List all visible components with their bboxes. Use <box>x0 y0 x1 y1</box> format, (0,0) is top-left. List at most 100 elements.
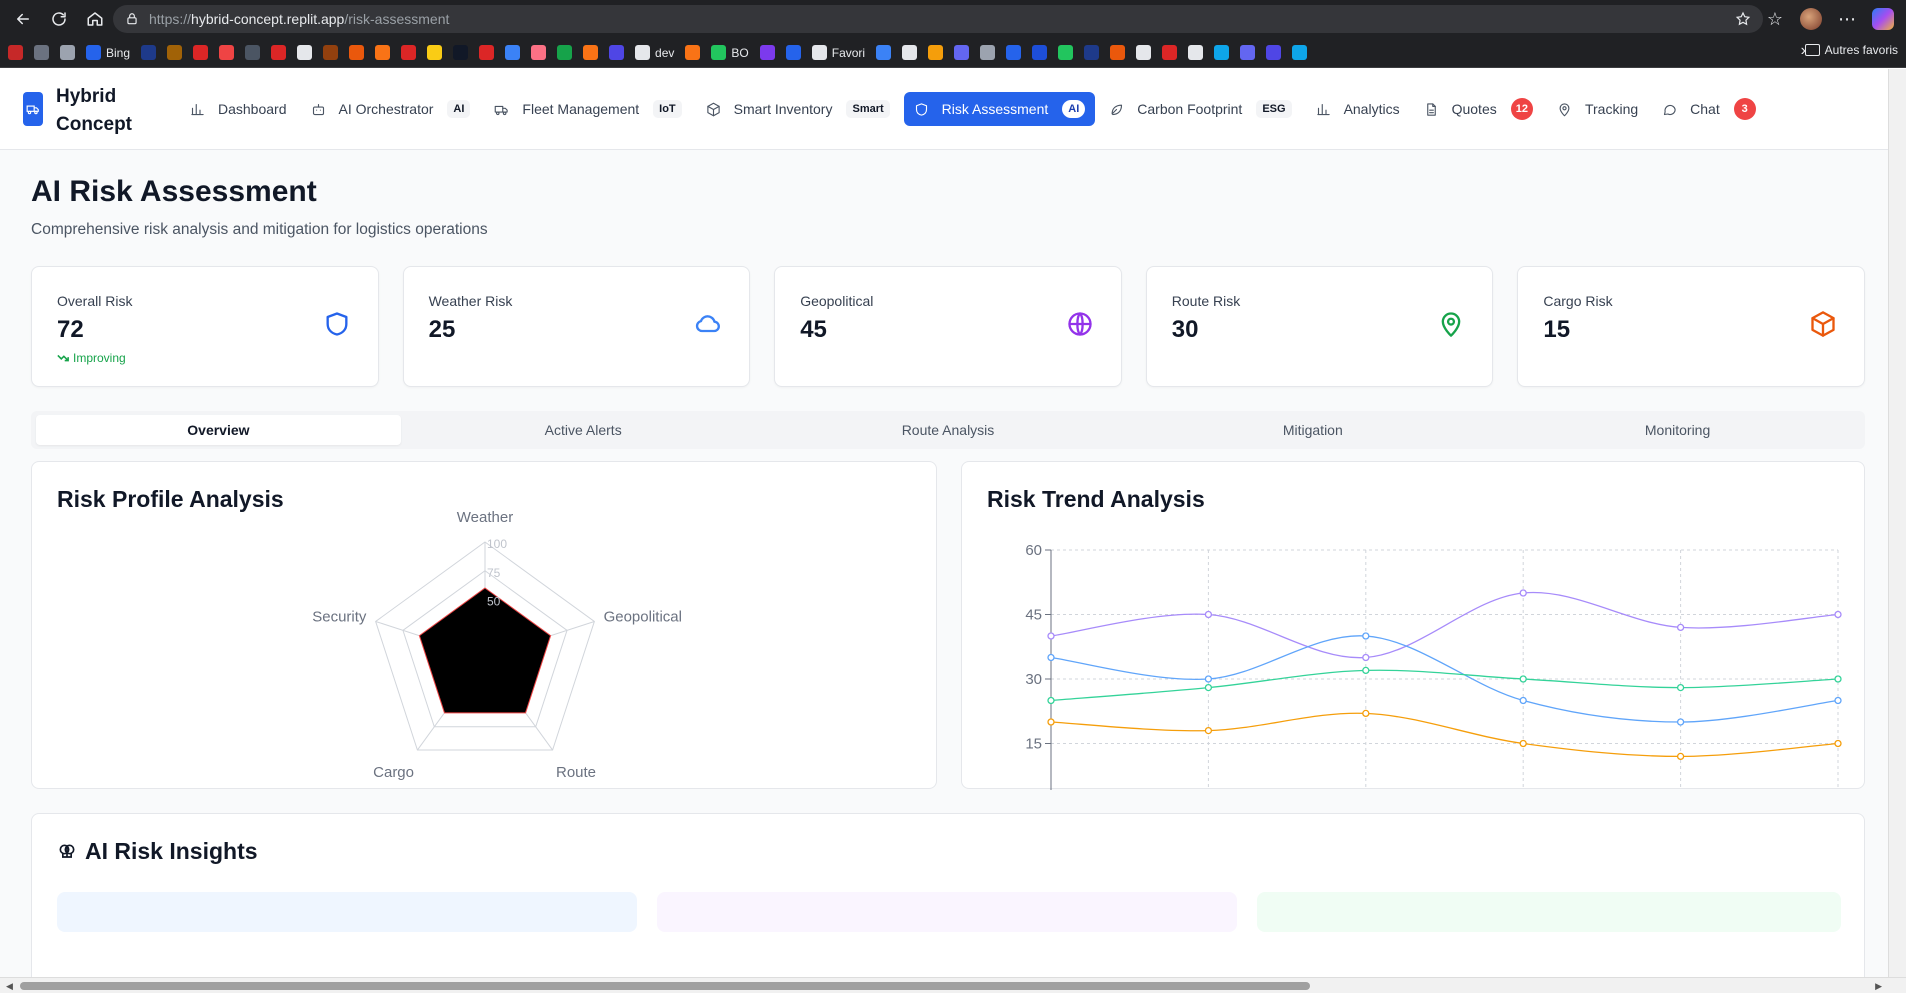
bookmark-item[interactable] <box>60 42 75 64</box>
ai-insights-panel: AI Risk Insights <box>31 813 1865 977</box>
logo-icon[interactable] <box>23 92 43 126</box>
bookmark-item[interactable] <box>375 42 391 64</box>
series-point <box>1519 696 1527 705</box>
bookmark-item[interactable] <box>1084 42 1100 64</box>
bookmark-item[interactable] <box>531 42 547 64</box>
page-title: AI Risk Assessment <box>31 175 317 208</box>
bookmark-item[interactable] <box>479 42 495 64</box>
bookmark-item[interactable]: Bing <box>86 42 130 64</box>
bookmark-item[interactable] <box>8 42 23 64</box>
bookmark-item[interactable] <box>1214 42 1230 64</box>
bookmark-item[interactable] <box>685 42 701 64</box>
bookmark-favicon-icon <box>1266 45 1282 60</box>
nav-item-fleet-management[interactable]: Fleet Management IoT <box>484 92 691 126</box>
copilot-icon[interactable] <box>1872 8 1894 30</box>
bookmark-favicon-icon <box>635 45 651 60</box>
bookmark-label: Bing <box>106 45 131 60</box>
y-tick-label: 15 <box>1025 736 1042 753</box>
bookmark-item[interactable] <box>928 42 944 64</box>
nav-item-smart-inventory[interactable]: Smart Inventory Smart <box>696 92 900 126</box>
tab-route-analysis[interactable]: Route Analysis <box>766 415 1131 445</box>
horizontal-scrollbar[interactable]: ◀ ▶ <box>0 977 1906 993</box>
bookmark-item[interactable] <box>453 42 469 64</box>
bookmark-item[interactable] <box>1136 42 1152 64</box>
bookmark-item[interactable]: dev <box>635 42 674 64</box>
risk-card-label: Geopolitical <box>800 293 874 309</box>
bookmark-item[interactable] <box>245 42 261 64</box>
bookmark-item[interactable] <box>297 42 313 64</box>
bookmark-item[interactable] <box>1292 42 1308 64</box>
radar-series-area <box>418 587 552 714</box>
bookmark-item[interactable]: Favori <box>811 42 865 64</box>
scroll-thumb[interactable] <box>20 982 1310 990</box>
bookmark-item[interactable] <box>1240 42 1256 64</box>
more-menu-icon[interactable]: ⋯ <box>1836 8 1858 30</box>
scroll-right-icon[interactable]: ▶ <box>1875 981 1882 992</box>
bookmark-item[interactable] <box>1266 42 1282 64</box>
bookmark-favicon-icon <box>34 45 49 60</box>
tab-mitigation[interactable]: Mitigation <box>1130 415 1495 445</box>
series-point <box>1676 718 1685 726</box>
favorites-icon[interactable]: ☆ <box>1764 8 1786 30</box>
bookmark-item[interactable] <box>219 42 235 64</box>
site-info-icon[interactable] <box>125 12 139 26</box>
nav-item-dashboard[interactable]: Dashboard <box>180 92 297 126</box>
vertical-scrollbar[interactable] <box>1888 69 1906 977</box>
bookmark-item[interactable] <box>980 42 996 64</box>
reload-icon[interactable] <box>46 6 72 32</box>
bookmark-item[interactable] <box>583 42 599 64</box>
bookmark-item[interactable] <box>1058 42 1074 64</box>
bookmark-item[interactable] <box>902 42 918 64</box>
scroll-left-icon[interactable]: ◀ <box>6 981 13 992</box>
bookmark-item[interactable] <box>427 42 443 64</box>
bookmark-item[interactable] <box>323 42 339 64</box>
bookmark-item[interactable] <box>271 42 287 64</box>
bookmark-item[interactable] <box>1006 42 1022 64</box>
nav-item-tracking[interactable]: Tracking <box>1547 92 1648 126</box>
bookmark-item[interactable] <box>557 42 573 64</box>
insights-title: AI Risk Insights <box>57 838 258 865</box>
nav-label: Analytics <box>1343 101 1400 117</box>
profile-avatar[interactable] <box>1800 8 1822 30</box>
bookmark-item[interactable] <box>1110 42 1126 64</box>
brand-name[interactable]: Hybrid Concept <box>56 83 146 139</box>
bookmark-item[interactable] <box>785 42 801 64</box>
bookmark-folder-other[interactable]: Autres favoris <box>1804 43 1898 57</box>
bookmark-item[interactable] <box>167 42 183 64</box>
url-text[interactable]: https://hybrid-concept.replit.app/risk-a… <box>149 11 449 27</box>
nav-item-ai-orchestrator[interactable]: AI Orchestrator AI <box>301 92 481 126</box>
bookmark-favicon-icon <box>1214 45 1230 60</box>
bookmark-favicon-icon <box>759 45 775 60</box>
bookmark-favicon-icon <box>141 45 157 60</box>
bookmark-star-icon[interactable] <box>1735 11 1751 27</box>
bookmark-item[interactable] <box>34 42 49 64</box>
bookmark-favicon-icon <box>86 45 101 60</box>
bookmark-item[interactable] <box>349 42 365 64</box>
bookmark-item[interactable]: BO <box>711 42 749 64</box>
bookmark-favicon-icon <box>1188 45 1204 60</box>
tab-overview[interactable]: Overview <box>36 415 401 445</box>
bookmark-item[interactable] <box>1188 42 1204 64</box>
bookmark-item[interactable] <box>141 42 157 64</box>
series-point <box>1834 739 1842 748</box>
bookmark-item[interactable] <box>401 42 417 64</box>
back-icon[interactable] <box>10 6 36 32</box>
nav-item-analytics[interactable]: Analytics <box>1306 92 1410 126</box>
bookmark-item[interactable] <box>954 42 970 64</box>
bookmark-item[interactable] <box>193 42 209 64</box>
bookmark-item[interactable] <box>759 42 775 64</box>
tab-active-alerts[interactable]: Active Alerts <box>401 415 766 445</box>
home-icon[interactable] <box>82 6 108 32</box>
y-tick-label: 30 <box>1025 671 1042 688</box>
bookmark-item[interactable] <box>505 42 521 64</box>
bookmark-item[interactable] <box>609 42 625 64</box>
bookmark-item[interactable] <box>1162 42 1178 64</box>
bookmark-item[interactable] <box>1032 42 1048 64</box>
nav-item-carbon-footprint[interactable]: Carbon Footprint ESG <box>1099 92 1301 126</box>
bookmark-item[interactable] <box>876 42 892 64</box>
address-bar[interactable]: https://hybrid-concept.replit.app/risk-a… <box>113 5 1763 33</box>
nav-item-chat[interactable]: Chat 3 <box>1652 92 1766 126</box>
nav-item-risk-assessment[interactable]: Risk Assessment AI <box>903 92 1096 126</box>
tab-monitoring[interactable]: Monitoring <box>1495 415 1860 445</box>
nav-item-quotes[interactable]: Quotes 12 <box>1414 92 1543 126</box>
